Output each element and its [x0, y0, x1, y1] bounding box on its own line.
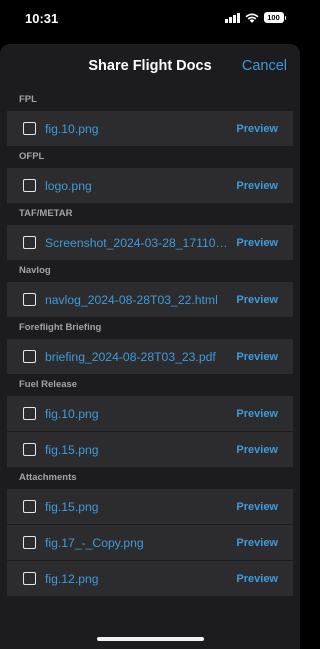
preview-button[interactable]: Preview: [236, 294, 278, 306]
preview-button[interactable]: Preview: [236, 408, 278, 420]
battery-level: 100: [263, 12, 284, 23]
sheet-header: Share Flight Docs Cancel: [0, 44, 300, 90]
section-header: Attachments: [19, 472, 77, 483]
file-row[interactable]: navlog_2024-08-28T03_22.html Preview: [7, 282, 293, 318]
checkbox[interactable]: [23, 572, 36, 585]
checkbox[interactable]: [23, 179, 36, 192]
preview-button[interactable]: Preview: [236, 573, 278, 585]
file-name[interactable]: briefing_2024-08-28T03_23.pdf: [45, 350, 233, 364]
preview-button[interactable]: Preview: [236, 237, 278, 249]
preview-button[interactable]: Preview: [236, 501, 278, 513]
section-header: TAF/METAR: [19, 208, 73, 219]
checkbox[interactable]: [23, 236, 36, 249]
file-row[interactable]: fig.17_-_Copy.png Preview: [7, 525, 293, 561]
file-name[interactable]: fig.15.png: [45, 443, 233, 457]
file-row[interactable]: Screenshot_2024-03-28_171109.... Preview: [7, 225, 293, 261]
document-list[interactable]: FPL fig.10.png Preview OFPL logo.png Preview T…: [7, 90, 293, 644]
section-header: Navlog: [19, 265, 51, 276]
file-row[interactable]: fig.15.png Preview: [7, 489, 293, 525]
file-name[interactable]: fig.15.png: [45, 500, 233, 514]
preview-button[interactable]: Preview: [236, 123, 278, 135]
preview-button[interactable]: Preview: [236, 180, 278, 192]
file-name[interactable]: fig.17_-_Copy.png: [45, 536, 233, 550]
file-row[interactable]: fig.12.png Preview: [7, 561, 293, 597]
file-name[interactable]: fig.10.png: [45, 407, 233, 421]
preview-button[interactable]: Preview: [236, 444, 278, 456]
section-header: Foreflight Briefing: [19, 322, 102, 333]
share-sheet: Share Flight Docs Cancel FPL fig.10.png Pr…: [0, 44, 300, 649]
file-row[interactable]: logo.png Preview: [7, 168, 293, 204]
file-name[interactable]: logo.png: [45, 179, 233, 193]
checkbox[interactable]: [23, 293, 36, 306]
battery-icon: 100: [263, 12, 286, 23]
file-row[interactable]: briefing_2024-08-28T03_23.pdf Preview: [7, 339, 293, 375]
file-name[interactable]: fig.12.png: [45, 572, 233, 586]
checkbox[interactable]: [23, 443, 36, 456]
wifi-icon: [245, 13, 259, 23]
preview-button[interactable]: Preview: [236, 537, 278, 549]
status-bar: 10:31 100: [0, 0, 300, 38]
home-indicator: [97, 637, 204, 641]
cellular-signal-icon: [225, 12, 240, 23]
file-name[interactable]: fig.10.png: [45, 122, 233, 136]
section-header: FPL: [19, 94, 37, 105]
checkbox[interactable]: [23, 536, 36, 549]
checkbox[interactable]: [23, 500, 36, 513]
cancel-button[interactable]: Cancel: [242, 58, 287, 74]
checkbox[interactable]: [23, 122, 36, 135]
preview-button[interactable]: Preview: [236, 351, 278, 363]
section-header: Fuel Release: [19, 379, 78, 390]
checkbox[interactable]: [23, 407, 36, 420]
file-name[interactable]: Screenshot_2024-03-28_171109....: [45, 236, 233, 250]
file-row[interactable]: fig.15.png Preview: [7, 432, 293, 468]
status-time: 10:31: [25, 11, 59, 26]
section-header: OFPL: [19, 151, 45, 162]
checkbox[interactable]: [23, 350, 36, 363]
file-name[interactable]: navlog_2024-08-28T03_22.html: [45, 293, 233, 307]
status-icons: 100: [225, 12, 286, 23]
file-row[interactable]: fig.10.png Preview: [7, 396, 293, 432]
file-row[interactable]: fig.10.png Preview: [7, 111, 293, 147]
